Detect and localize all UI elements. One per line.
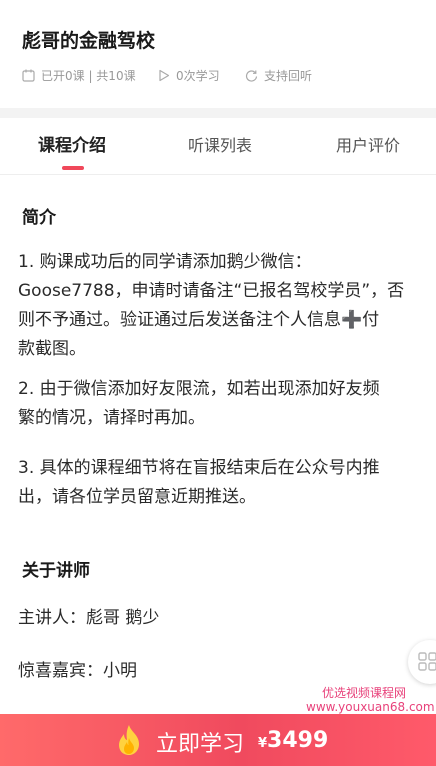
grid-icon	[418, 652, 436, 671]
calendar-icon	[22, 69, 35, 82]
intro-paragraph-1: 1. 购课成功后的同学请添加鹅少微信： Goose7788，申请时请备注“已报名…	[18, 252, 405, 359]
watermark-url: www.youxuan68.com	[306, 700, 435, 714]
main-teacher: 主讲人：彪哥 鹅少	[18, 608, 160, 628]
section-divider	[0, 108, 436, 118]
intro-paragraph-3: 3. 具体的课程细节将在盲报结束后在公众号内推 出，请各位学员留意近期推送。	[18, 458, 380, 507]
teacher-heading: 关于讲师	[22, 561, 90, 581]
flame-icon	[119, 725, 139, 755]
buy-now-button[interactable]: 立即学习 ¥3499	[0, 714, 436, 766]
views-meta: 0次学习	[158, 66, 220, 84]
replay-text: 支持回听	[264, 68, 313, 83]
views-count: 0次学习	[176, 68, 220, 83]
tab-user-reviews[interactable]: 用户评价	[318, 118, 418, 174]
play-icon	[159, 69, 170, 81]
floating-menu-button[interactable]	[408, 640, 436, 684]
guest-teacher: 惊喜嘉宾：小明	[18, 661, 137, 681]
course-title: 彪哥的金融驾校	[22, 30, 156, 52]
tab-lesson-list[interactable]: 听课列表	[170, 118, 270, 174]
active-tab-indicator	[62, 166, 84, 170]
watermark-text: 优选视频课程网	[322, 686, 407, 700]
intro-heading: 简介	[22, 208, 56, 228]
lessons-meta: 已开0课 | 共10课	[22, 66, 136, 84]
replay-meta: 支持回听	[245, 66, 312, 84]
lessons-count: 已开0课 | 共10课	[41, 68, 136, 83]
buy-now-label: 立即学习	[156, 732, 245, 757]
intro-paragraph-2: 2. 由于微信添加好友限流，如若出现添加好友频 繁的情况，请择时再加。	[18, 379, 380, 428]
course-header: 彪哥的金融驾校 已开0课 | 共10课 0次学习 支持回听	[0, 0, 436, 108]
plus-emoji-icon: ➕	[341, 310, 363, 330]
price: ¥3499	[258, 728, 329, 753]
replay-icon	[245, 70, 258, 82]
